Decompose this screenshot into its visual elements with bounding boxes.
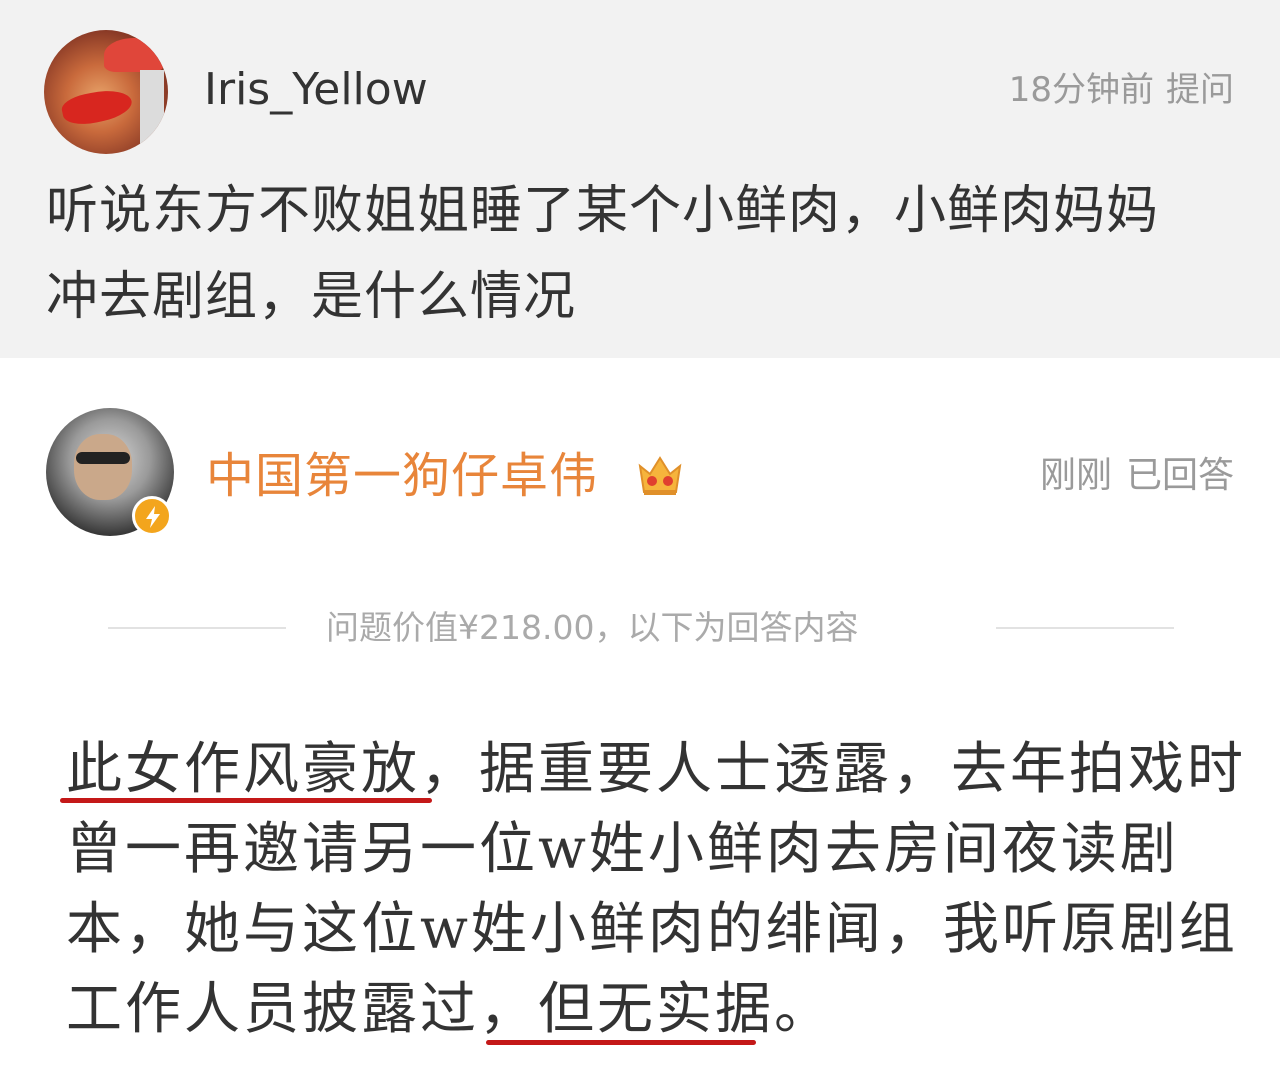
answer-line: 工作人员披露过，但无实据。 (66, 970, 1236, 1050)
question-meta: 18分钟前 提问 (1009, 66, 1234, 114)
question-value-text: 问题价值¥218.00，以下为回答内容 (326, 608, 859, 647)
questioner-avatar[interactable] (44, 30, 168, 154)
question-text: 听说东方不败姐姐睡了某个小鲜肉，小鲜肉妈妈 冲去剧组，是什么情况 (46, 168, 1246, 340)
answerer-username[interactable]: 中国第一狗仔卓伟 (206, 446, 598, 506)
question-type: 提问 (1166, 70, 1234, 110)
highlight-underline (486, 1040, 756, 1045)
question-time: 18分钟前 (1008, 70, 1154, 110)
answer-status: 已回答 (1125, 455, 1234, 496)
answer-line-text: 此女作风豪放，据重要人士透露，去年拍戏时 (66, 737, 1246, 802)
highlight-underline (60, 798, 432, 803)
crown-vip-icon (638, 456, 682, 495)
answer-line: 曾一再邀请另一位w姓小鲜肉去房间夜读剧 (66, 817, 1179, 882)
answer-line-text: 工作人员披露过，但无实据。 (66, 977, 833, 1042)
verified-badge-icon (132, 496, 172, 536)
question-text-line: 听说东方不败姐姐睡了某个小鲜肉，小鲜肉妈妈 (46, 181, 1160, 241)
divider-line-right (996, 627, 1174, 629)
answer-meta: 刚刚 已回答 (1040, 452, 1234, 500)
questioner-username[interactable]: Iris_Yellow (204, 60, 428, 120)
divider-line-left (108, 627, 286, 629)
answer-line: 此女作风豪放，据重要人士透露，去年拍戏时 (60, 730, 1243, 810)
answer-body: 此女作风豪放，据重要人士透露，去年拍戏时 曾一再邀请另一位w姓小鲜肉去房间夜读剧… (60, 730, 1243, 1050)
question-card: Iris_Yellow 18分钟前 提问 听说东方不败姐姐睡了某个小鲜肉，小鲜肉妈… (0, 0, 1280, 358)
answer-divider: 问题价值¥218.00，以下为回答内容 (108, 600, 1174, 656)
answer-line: 本，她与这位w姓小鲜肉的绯闻，我听原剧组 (66, 897, 1238, 962)
question-text-line: 冲去剧组，是什么情况 (46, 267, 577, 327)
answer-time: 刚刚 (1039, 455, 1112, 496)
